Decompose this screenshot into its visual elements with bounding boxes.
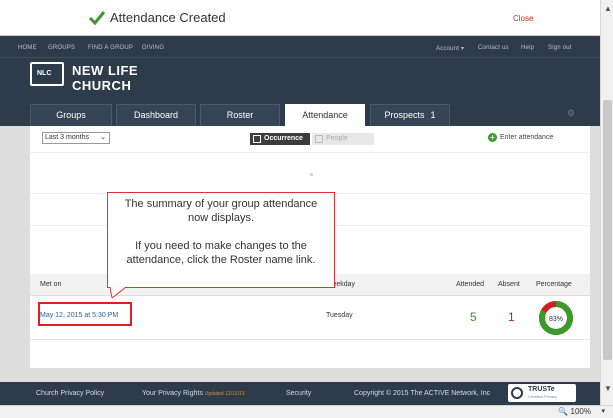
checkmark-icon <box>88 11 106 26</box>
footer-copyright: Copyright © 2015 The ACTIVE Network, Inc <box>354 390 491 397</box>
close-link[interactable]: Close <box>513 14 533 23</box>
percentage-donut: 83% <box>539 301 573 335</box>
date-range-select[interactable]: Last 3 months ⌄ <box>42 132 110 144</box>
logo-text: NLC <box>37 70 52 77</box>
truste-badge[interactable]: TRUSTe Certified Privacy <box>508 384 576 402</box>
nav-help[interactable]: Help <box>521 45 534 51</box>
zoom-value: 100% <box>570 407 591 416</box>
truste-sub-label: Certified Privacy <box>528 394 558 399</box>
chevron-down-icon: ⌄ <box>100 134 106 141</box>
prospects-count-badge: 1 <box>430 110 436 120</box>
calendar-icon <box>253 135 261 143</box>
nav-find-group[interactable]: FIND A GROUP <box>88 45 133 51</box>
footer-rights-label: Your Privacy Rights <box>142 390 203 397</box>
zoom-level[interactable]: 🔍 100% <box>558 407 591 416</box>
row-absent: 1 <box>508 310 515 324</box>
highlight-box <box>38 302 132 326</box>
truste-logo-icon <box>511 387 523 399</box>
scroll-down-icon[interactable]: ▼ <box>604 384 612 393</box>
callout-line2: now displays. <box>187 212 255 224</box>
footer-security-link[interactable]: Security <box>286 390 311 397</box>
site-header: HOME GROUPS FIND A GROUP GIVING Account … <box>0 36 600 126</box>
plus-icon: + <box>488 133 497 142</box>
nav-account[interactable]: Account ▾ <box>436 45 464 52</box>
people-label: People <box>326 135 348 142</box>
header-attended: Attended <box>456 281 485 288</box>
tab-prospects-label: Prospects <box>384 110 425 120</box>
header-percentage: Percentage <box>536 281 572 288</box>
tab-attendance[interactable]: Attendance <box>285 104 365 126</box>
church-logo[interactable]: NLC <box>30 62 64 86</box>
date-range-value: Last 3 months <box>45 134 89 141</box>
gear-icon[interactable]: ⚙ <box>567 108 575 119</box>
tab-dashboard[interactable]: Dashboard <box>116 104 196 126</box>
status-bar: 🔍 100% ▾ <box>0 405 613 418</box>
donut-percentage-label: 83% <box>549 316 563 323</box>
footer-privacy-link[interactable]: Church Privacy Policy <box>36 390 104 397</box>
callout-line3: If you need to make changes to the <box>135 240 307 252</box>
occurrence-label: Occurrence <box>264 135 303 142</box>
tab-groups[interactable]: Groups <box>30 104 112 126</box>
instruction-callout: The summary of your group attendance now… <box>107 192 335 288</box>
tab-roster[interactable]: Roster <box>200 104 280 126</box>
footer-updated: Updated 12/12/13 <box>204 391 245 397</box>
footer-rights-link[interactable]: Your Privacy Rights Updated 12/12/13 <box>142 390 245 397</box>
nav-giving[interactable]: GIVING <box>142 45 164 51</box>
nav-groups[interactable]: GROUPS <box>48 45 75 51</box>
site-footer: Church Privacy Policy Your Privacy Right… <box>0 382 600 405</box>
header-met-on: Met on <box>40 281 62 288</box>
row-attended: 5 <box>470 310 477 324</box>
truste-label: TRUSTe <box>528 386 555 393</box>
brand-line1: NEW LIFE <box>72 63 139 78</box>
toast-title: Attendance Created <box>110 10 226 25</box>
callout-line1: The summary of your group attendance <box>124 198 318 210</box>
person-icon <box>315 135 323 143</box>
vertical-scrollbar[interactable]: ▲ ▼ <box>600 0 613 405</box>
nav-signout[interactable]: Sign out <box>548 45 572 51</box>
header-absent: Absent <box>498 281 520 288</box>
row-weekday: Tuesday <box>326 312 353 319</box>
enter-attendance-link[interactable]: + Enter attendance <box>488 133 554 142</box>
scroll-up-icon[interactable]: ▲ <box>604 4 612 13</box>
enter-attendance-label: Enter attendance <box>500 134 554 141</box>
callout-line4: attendance, click the Roster name link. <box>126 254 316 266</box>
zoom-dropdown-icon[interactable]: ▾ <box>601 407 605 415</box>
scroll-thumb[interactable] <box>603 100 612 360</box>
toast-bar: Attendance Created Close <box>0 0 600 36</box>
tab-prospects[interactable]: Prospects 1 <box>370 104 450 126</box>
top-nav: HOME GROUPS FIND A GROUP GIVING Account … <box>0 36 600 58</box>
brand-line2: CHURCH <box>72 78 132 93</box>
occurrence-toggle[interactable]: Occurrence <box>250 133 310 145</box>
nav-contact[interactable]: Contact us <box>478 45 509 51</box>
people-toggle[interactable]: People <box>312 133 374 145</box>
nav-home[interactable]: HOME <box>18 45 37 51</box>
callout-pointer <box>110 287 127 299</box>
graph-point <box>310 173 313 176</box>
